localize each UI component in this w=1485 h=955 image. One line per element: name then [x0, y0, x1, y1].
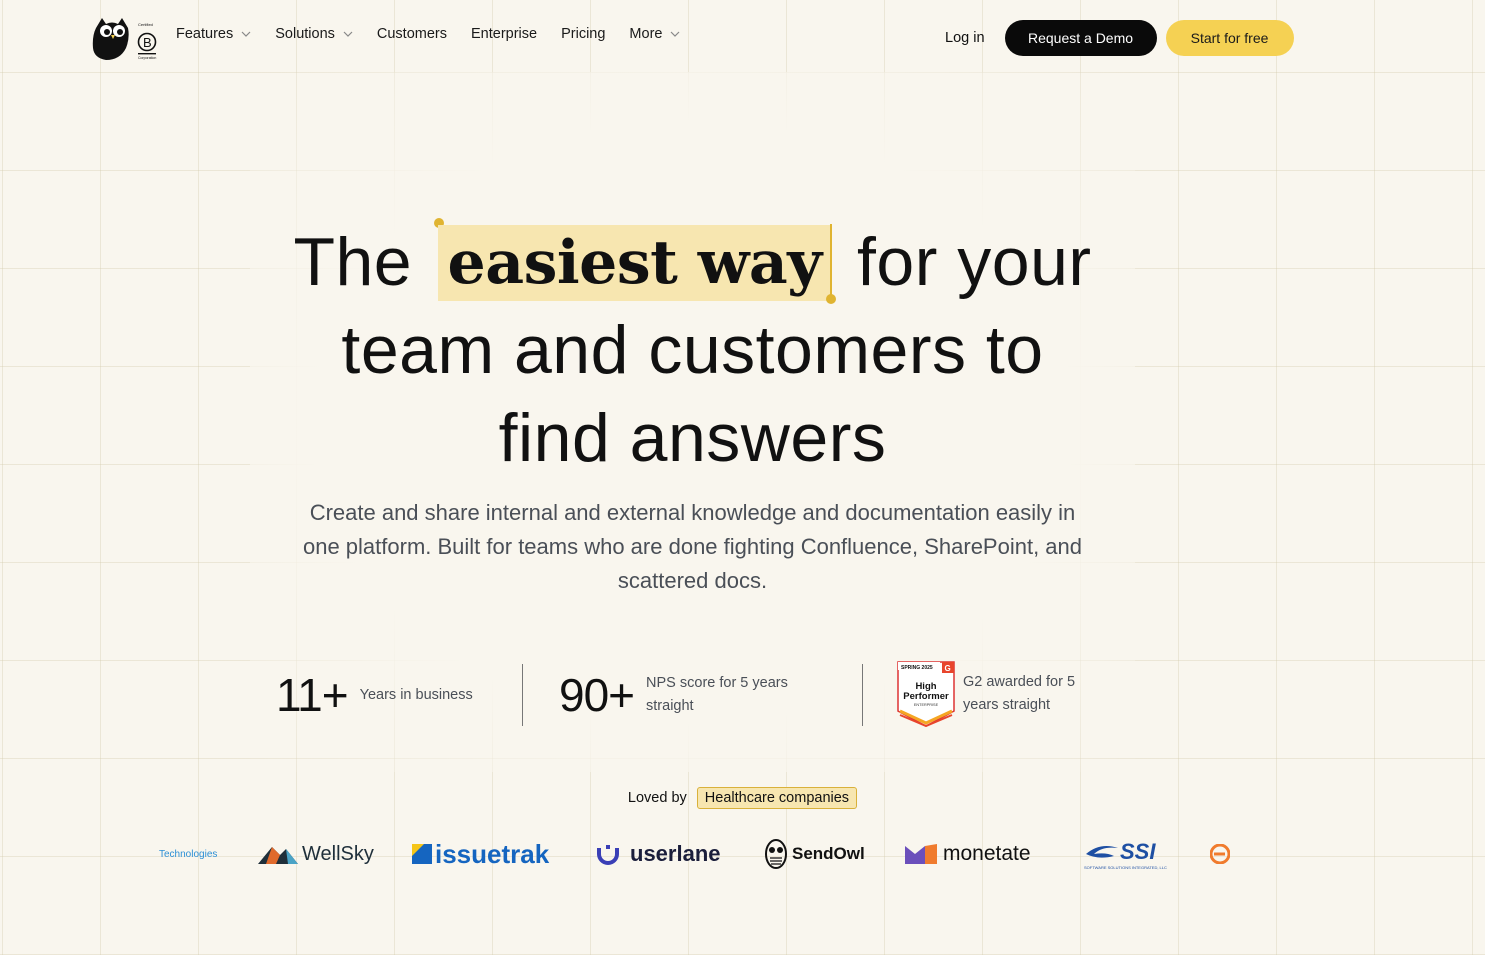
- nav-features-label: Features: [176, 26, 234, 42]
- sendowl-icon: [765, 839, 787, 869]
- hero-line-1: The easiest way for your: [250, 218, 1135, 306]
- svg-text:Corporation: Corporation: [138, 56, 156, 60]
- nav-solutions[interactable]: Solutions: [275, 26, 353, 42]
- hero-pre-text: The: [293, 224, 413, 300]
- hero-post-text: for your: [857, 224, 1092, 300]
- stat-label: Years in business: [359, 686, 473, 703]
- site-logo[interactable]: Certified B Corporation: [92, 16, 158, 62]
- nav-enterprise[interactable]: Enterprise: [471, 26, 537, 42]
- loved-by-label: Loved by: [627, 790, 687, 806]
- wellsky-mountain-icon: [258, 847, 298, 864]
- logo-partial-e: [1210, 834, 1230, 874]
- logo-userlane: userlane: [596, 834, 721, 874]
- stat-label: NPS score for 5 years straight: [646, 675, 788, 714]
- stat-label: G2 awarded for 5 years straight: [963, 674, 1076, 713]
- svg-text:Certified: Certified: [138, 22, 153, 27]
- logo-sendowl: SendOwl: [764, 834, 865, 874]
- logo-technologies: Technologies: [159, 848, 218, 860]
- hero-subtitle: Create and share internal and external k…: [302, 500, 1083, 593]
- issuetrak-square-icon: [412, 844, 432, 864]
- highlight-wrap: easiest way: [433, 218, 836, 306]
- svg-text:SPRING 2025: SPRING 2025: [901, 665, 933, 671]
- login-link[interactable]: Log in: [945, 30, 985, 46]
- nav-customers-label: Customers: [376, 26, 447, 42]
- logo-issuetrak: issuetrak: [412, 834, 549, 874]
- nav-links: Features Solutions Customers Enterprise …: [176, 26, 704, 42]
- top-navigation: Certified B Corporation Features Solutio…: [0, 0, 1485, 76]
- stat-value: 90+: [559, 669, 635, 721]
- owl-logo-icon: Certified B Corporation: [92, 18, 156, 60]
- nav-enterprise-label: Enterprise: [471, 26, 538, 42]
- chevron-down-icon: [671, 31, 680, 37]
- industry-tag: Healthcare companies: [696, 787, 858, 809]
- logo-ssi: SSI SOFTWARE SOLUTIONS INTEGRATED, LLC: [1084, 838, 1167, 870]
- nav-more[interactable]: More: [629, 26, 680, 42]
- orange-e-icon: [1210, 844, 1230, 864]
- hero-line-2: team and customers to: [341, 312, 1044, 388]
- nav-solutions-label: Solutions: [275, 26, 335, 42]
- chevron-down-icon: [241, 31, 251, 37]
- svg-text:B: B: [143, 35, 152, 50]
- nav-customers[interactable]: Customers: [377, 26, 447, 42]
- svg-text:Performer: Performer: [903, 691, 949, 702]
- start-free-button[interactable]: Start for free: [1165, 20, 1294, 56]
- stat-nps: 90+ NPS score for 5 years straight: [559, 668, 816, 722]
- hero-line-3: find answers: [498, 400, 887, 476]
- stat-divider: [522, 664, 523, 726]
- stat-g2: SPRING 2025 G High Performer ENTERPRISE …: [897, 661, 1093, 727]
- monetate-m-icon: [905, 844, 937, 864]
- g2-badge-icon: SPRING 2025 G High Performer ENTERPRISE: [897, 661, 955, 727]
- chevron-down-icon: [343, 31, 353, 37]
- nav-actions: Log in Request a Demo Start for free: [945, 20, 1294, 56]
- nav-pricing[interactable]: Pricing: [561, 26, 605, 42]
- request-demo-button[interactable]: Request a Demo: [1004, 20, 1157, 56]
- svg-text:ENTERPRISE: ENTERPRISE: [914, 703, 939, 707]
- nav-more-label: More: [629, 26, 663, 42]
- stats-row: 11+ Years in business 90+ NPS score for …: [0, 660, 1485, 730]
- logo-monetate: monetate: [905, 834, 1031, 874]
- stat-divider: [862, 664, 863, 726]
- userlane-u-icon: [597, 845, 619, 865]
- nav-features[interactable]: Features: [176, 26, 251, 42]
- logo-wellsky: WellSky: [258, 834, 374, 874]
- cursor-right-bar: [829, 224, 832, 300]
- stat-years: 11+ Years in business: [276, 668, 500, 722]
- nav-pricing-label: Pricing: [561, 26, 606, 42]
- cursor-right-dot: [825, 294, 836, 304]
- hero-highlight: easiest way: [437, 225, 832, 301]
- loved-by: Loved by Healthcare companies: [0, 787, 1485, 809]
- svg-text:G: G: [945, 664, 951, 673]
- ssi-swoosh-icon: [1086, 845, 1118, 858]
- hero-title: The easiest way for your team and custom…: [250, 218, 1135, 482]
- stat-value: 11+: [276, 669, 349, 721]
- customer-logos: Technologies WellSky issuetrak userlane …: [0, 834, 1485, 874]
